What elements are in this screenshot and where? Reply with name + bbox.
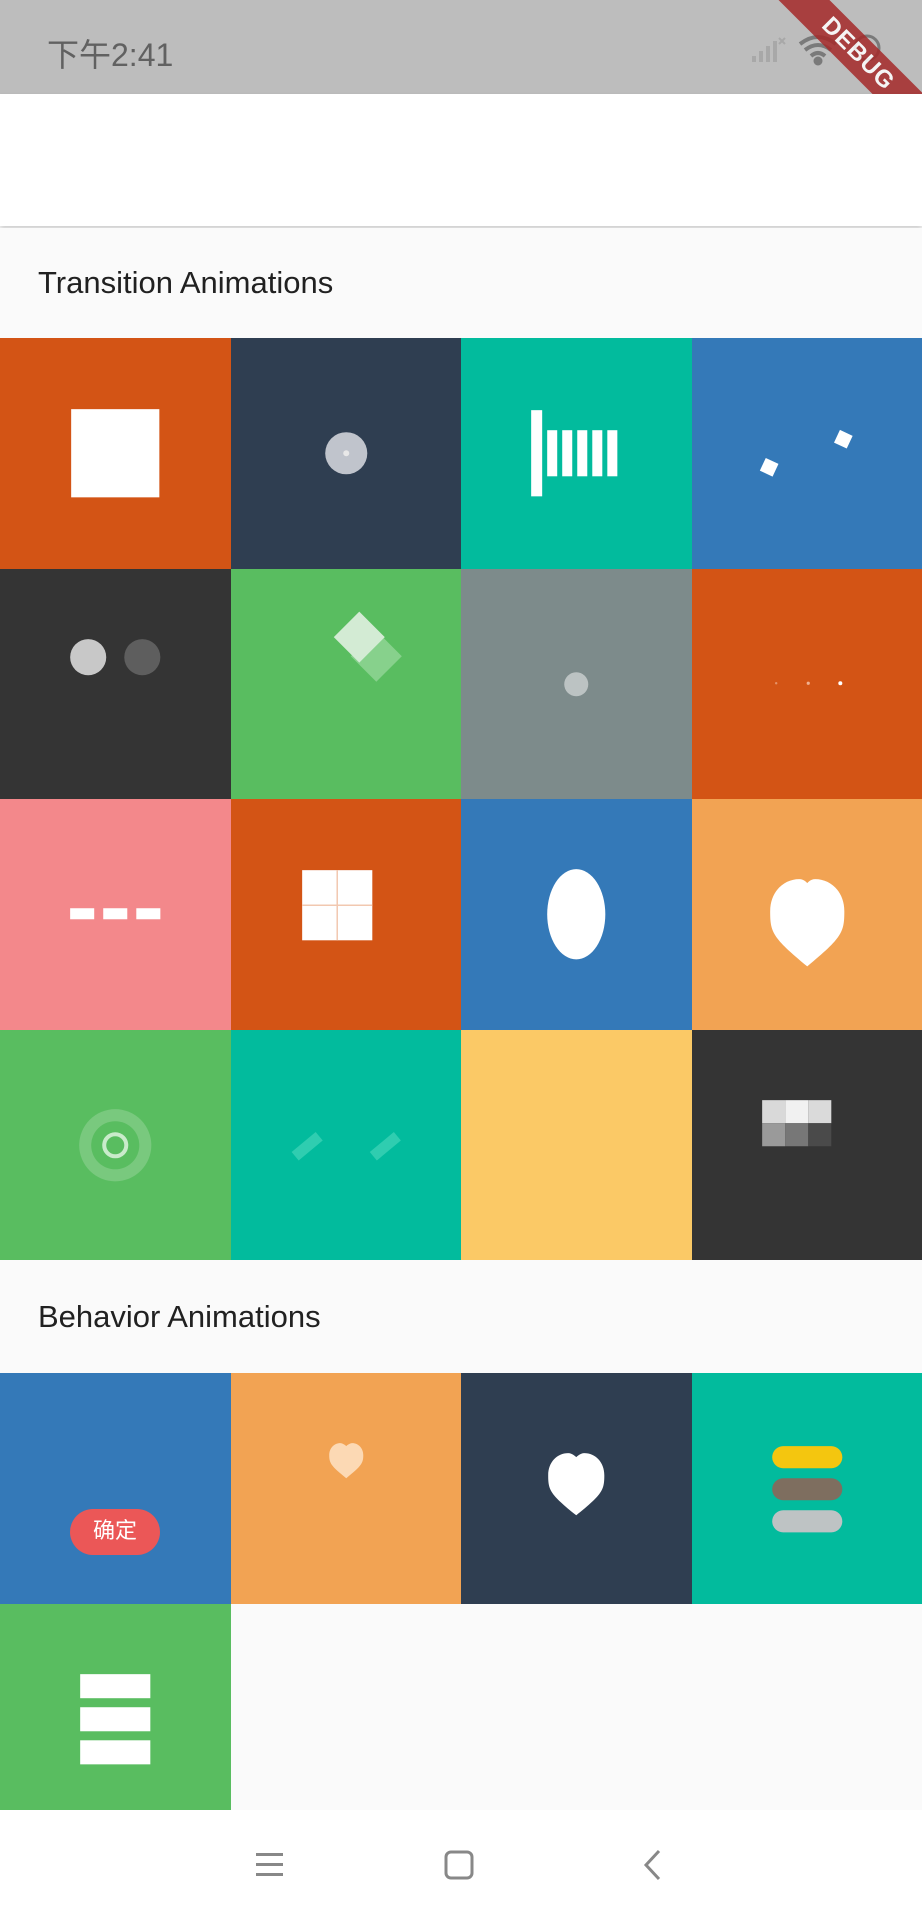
rotating-squares-icon [759, 429, 853, 477]
slashes-icon [291, 1131, 401, 1161]
diamonds-icon [333, 611, 402, 682]
heart-icon [769, 879, 844, 967]
pixel-grid-icon [761, 1099, 831, 1146]
transition-tile-two-dots[interactable] [0, 568, 231, 799]
transition-tile-dot[interactable] [230, 338, 461, 569]
behavior-grid: 确定 [0, 1373, 922, 1834]
home-button[interactable] [429, 1840, 489, 1890]
behavior-tile-stack[interactable] [0, 1603, 231, 1834]
transition-tile-dashes[interactable] [0, 799, 231, 1030]
pulse-dot-icon [564, 671, 589, 696]
transition-tile-rings[interactable] [0, 1029, 231, 1260]
status-time: 下午2:41 [47, 37, 174, 73]
menu-icon [256, 1853, 283, 1876]
behavior-tile-pills[interactable] [691, 1373, 922, 1604]
two-dots-icon [70, 638, 161, 675]
transition-grid [0, 338, 922, 1260]
transition-tile-ellipse[interactable] [461, 799, 692, 1030]
section-title: Transition Animations [38, 265, 334, 300]
behavior-tile-small-heart[interactable] [230, 1373, 461, 1604]
transition-tile-square[interactable] [0, 338, 231, 569]
behavior-tile-heart[interactable] [461, 1373, 692, 1604]
transition-tile-pulse-dot[interactable] [461, 568, 692, 799]
back-button[interactable] [623, 1840, 683, 1890]
pills-icon [771, 1446, 842, 1533]
transition-tile-fading-dots[interactable] [691, 568, 922, 799]
transition-tile-pixel-grid[interactable] [691, 1029, 922, 1260]
transition-tile-rotating-squares[interactable] [691, 338, 922, 569]
navigation-bar [0, 1810, 922, 1920]
behavior-section-header: Behavior Animations [0, 1262, 922, 1372]
transition-tile-grid-square[interactable] [230, 799, 461, 1030]
ellipse-icon [547, 869, 606, 960]
fading-dots-icon [774, 680, 842, 685]
bars-icon [531, 410, 618, 497]
small-heart-icon [328, 1443, 363, 1479]
transition-section-header: Transition Animations [0, 228, 922, 338]
transition-tile-diamonds[interactable] [230, 568, 461, 799]
transition-tile-bars[interactable] [461, 338, 692, 569]
transition-tile-heart[interactable] [691, 799, 922, 1030]
dashes-icon [70, 908, 161, 920]
back-icon [643, 1849, 661, 1881]
behavior-tile-button[interactable]: 确定 [0, 1373, 231, 1604]
stack-icon [80, 1673, 151, 1764]
transition-tile-slashes[interactable] [230, 1029, 461, 1260]
transition-tile-blank[interactable] [461, 1029, 692, 1260]
menu-button[interactable] [239, 1840, 299, 1890]
grid-square-icon [301, 870, 372, 941]
heart-icon [548, 1453, 605, 1516]
dot-icon [324, 432, 367, 475]
home-icon [444, 1850, 474, 1880]
square-icon [71, 409, 160, 498]
confirm-button[interactable]: 确定 [70, 1509, 160, 1555]
rings-icon [79, 1108, 152, 1181]
app-bar [0, 94, 922, 226]
section-title: Behavior Animations [38, 1299, 321, 1334]
